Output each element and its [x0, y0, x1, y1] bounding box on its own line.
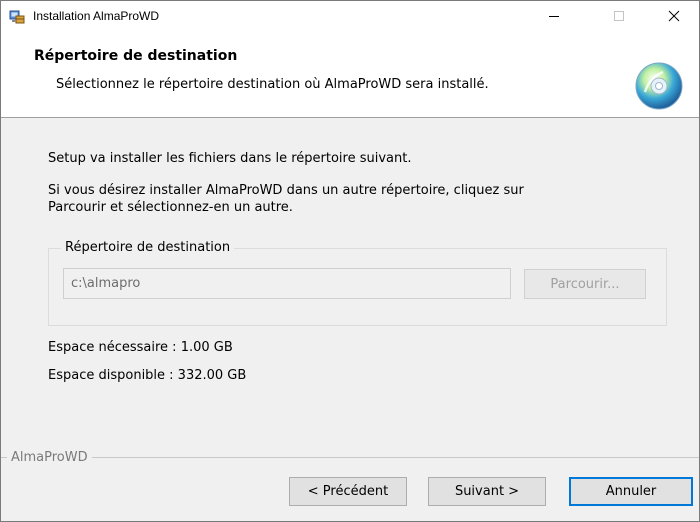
instruction-text-3: Parcourir et sélectionnez-en un autre. [48, 200, 293, 215]
minimize-icon [549, 16, 559, 17]
next-button[interactable]: Suivant > [428, 477, 546, 506]
instruction-text-2: Si vous désirez installer AlmaProWD dans… [48, 183, 524, 198]
cancel-button[interactable]: Annuler [569, 477, 693, 506]
space-available-text: Espace disponible : 332.00 GB [48, 368, 247, 383]
destination-path-field[interactable]: c:\almapro [63, 268, 511, 299]
installer-icon [9, 10, 25, 24]
title-bar[interactable]: Installation AlmaProWD [1, 1, 699, 31]
page-title: Répertoire de destination [34, 48, 238, 64]
brand-divider [1, 457, 699, 458]
groupbox-label: Répertoire de destination [61, 239, 235, 256]
close-icon [668, 10, 680, 22]
back-button[interactable]: < Précédent [289, 477, 407, 506]
window-title: Installation AlmaProWD [33, 9, 160, 23]
maximize-icon [614, 11, 624, 21]
content-area: Setup va installer les fichiers dans le … [1, 118, 699, 521]
instruction-text: Setup va installer les fichiers dans le … [48, 151, 412, 166]
page-subtitle: Sélectionnez le répertoire destination o… [56, 77, 489, 92]
minimize-button[interactable] [531, 1, 577, 31]
browse-button[interactable]: Parcourir... [524, 269, 646, 299]
close-button[interactable] [651, 1, 697, 31]
installer-window: Installation AlmaProWD Répertoire de des… [0, 0, 700, 522]
space-required-text: Espace nécessaire : 1.00 GB [48, 340, 233, 355]
cd-disc-icon [635, 62, 683, 110]
brand-label: AlmaProWD [7, 449, 92, 466]
maximize-button[interactable] [596, 1, 642, 31]
header-banner: Répertoire de destination Sélectionnez l… [1, 31, 699, 118]
